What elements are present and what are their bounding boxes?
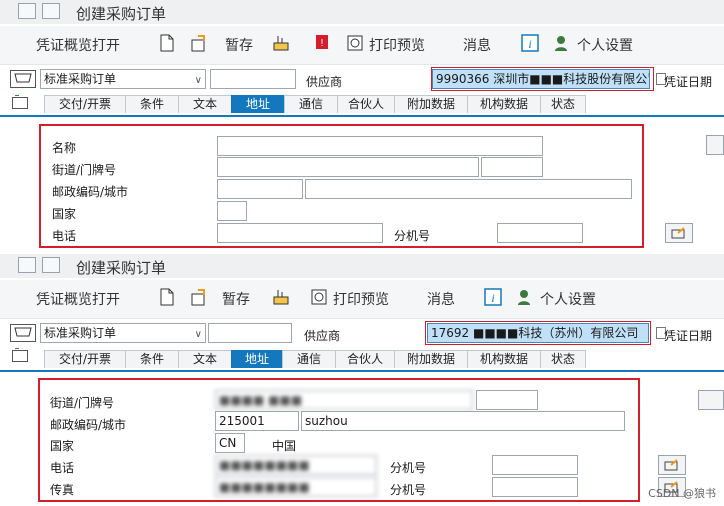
highlight-box xyxy=(38,378,640,502)
shopping-cart-icon xyxy=(10,70,36,88)
highlight-box xyxy=(39,124,644,248)
collapse-icon[interactable] xyxy=(42,257,60,273)
hold-button[interactable]: 暂存 xyxy=(225,35,253,55)
new-document-icon[interactable] xyxy=(158,288,176,306)
panel-2: 创建采购订单 凭证概览打开 暂存 打印预览 消息 i 个人设置 标准采购订单 ∨… xyxy=(0,254,724,506)
tab-address[interactable]: 地址 xyxy=(231,350,283,368)
system-menu-icon[interactable] xyxy=(18,257,36,273)
check-icon[interactable] xyxy=(272,34,290,52)
tab-partners[interactable]: 合伙人 xyxy=(337,95,395,113)
toolbar: 凭证概览打开 暂存 ! 打印预览 消息 i 个人设置 xyxy=(0,26,724,65)
print-preview-button[interactable]: 打印预览 xyxy=(333,289,389,309)
document-overview-button[interactable]: 凭证概览打开 xyxy=(36,35,120,55)
expand-icon[interactable] xyxy=(12,348,28,362)
share-icon xyxy=(664,459,678,471)
check-icon[interactable] xyxy=(272,288,290,306)
hold-button[interactable]: 暂存 xyxy=(222,289,250,309)
print-preview-icon[interactable] xyxy=(346,34,364,52)
tab-strip: 交付/开票 条件 文本 地址 通信 合伙人 附加数据 机构数据 状态 xyxy=(44,95,586,113)
open-document-icon[interactable] xyxy=(190,34,208,52)
personal-settings-icon[interactable] xyxy=(553,34,571,52)
share-icon xyxy=(671,227,685,239)
order-type-select[interactable]: 标准采购订单 ∨ xyxy=(40,323,206,343)
tab-org-data[interactable]: 机构数据 xyxy=(467,95,541,113)
tab-strip: 交付/开票 条件 文本 地址 通信 合伙人 附加数据 机构数据 状态 xyxy=(44,350,586,368)
svg-text:i: i xyxy=(491,291,494,305)
order-type-value: 标准采购订单 xyxy=(44,72,117,86)
collapse-icon[interactable] xyxy=(42,3,60,19)
info-icon[interactable]: i xyxy=(484,288,502,306)
system-menu-icon[interactable] xyxy=(18,3,36,19)
panel-1: 创建采购订单 凭证概览打开 暂存 ! 打印预览 消息 i 个人设置 标准采购订单… xyxy=(0,0,724,250)
order-number-field[interactable] xyxy=(210,69,296,89)
doc-date-label: 凭证日期 xyxy=(664,329,713,343)
expand-icon[interactable] xyxy=(12,95,28,109)
supplier-label: 供应商 xyxy=(306,75,343,89)
document-overview-button[interactable]: 凭证概览打开 xyxy=(36,289,120,309)
info-icon[interactable]: i xyxy=(521,34,539,52)
tab-additional-data[interactable]: 附加数据 xyxy=(394,95,468,113)
svg-text:!: ! xyxy=(321,38,324,49)
personal-settings-icon[interactable] xyxy=(516,288,534,306)
error-log-icon[interactable]: ! xyxy=(313,34,331,52)
tab-conditions[interactable]: 条件 xyxy=(125,95,179,113)
tab-conditions[interactable]: 条件 xyxy=(125,350,179,368)
open-document-icon[interactable] xyxy=(190,288,208,306)
supplier-label: 供应商 xyxy=(304,329,341,343)
tab-underline xyxy=(0,370,724,372)
tab-texts[interactable]: 文本 xyxy=(178,350,232,368)
tab-communication[interactable]: 通信 xyxy=(284,95,338,113)
title-bar: 创建采购订单 xyxy=(0,254,724,278)
doc-date-label: 凭证日期 xyxy=(664,75,713,89)
window-title: 创建采购订单 xyxy=(76,5,167,23)
supplier-focus-outline xyxy=(431,67,654,91)
side-button[interactable] xyxy=(706,135,724,155)
side-button[interactable] xyxy=(698,390,724,410)
order-type-select[interactable]: 标准采购订单 ∨ xyxy=(40,69,206,89)
personal-settings-button[interactable]: 个人设置 xyxy=(540,289,596,309)
tab-status[interactable]: 状态 xyxy=(540,95,586,113)
svg-text:i: i xyxy=(528,37,531,51)
tab-status[interactable]: 状态 xyxy=(540,350,586,368)
tab-address[interactable]: 地址 xyxy=(231,95,285,113)
window-title: 创建采购订单 xyxy=(76,259,167,277)
tab-org-data[interactable]: 机构数据 xyxy=(467,350,541,368)
tab-texts[interactable]: 文本 xyxy=(178,95,232,113)
order-type-value: 标准采购订单 xyxy=(44,326,117,340)
tab-communication[interactable]: 通信 xyxy=(282,350,336,368)
messages-button[interactable]: 消息 xyxy=(463,35,491,55)
new-document-icon[interactable] xyxy=(158,34,176,52)
messages-button[interactable]: 消息 xyxy=(427,289,455,309)
toolbar: 凭证概览打开 暂存 打印预览 消息 i 个人设置 xyxy=(0,280,724,319)
copy-phone-button[interactable] xyxy=(658,455,686,475)
copy-address-button[interactable] xyxy=(665,223,693,243)
tab-partners[interactable]: 合伙人 xyxy=(335,350,395,368)
shopping-cart-icon xyxy=(10,324,36,342)
title-bar: 创建采购订单 xyxy=(0,0,724,24)
watermark: CSDN @狼书 xyxy=(648,487,716,500)
tab-delivery-invoice[interactable]: 交付/开票 xyxy=(44,350,126,368)
order-number-field[interactable] xyxy=(208,323,292,343)
personal-settings-button[interactable]: 个人设置 xyxy=(577,35,633,55)
chevron-down-icon: ∨ xyxy=(194,75,202,86)
tab-underline xyxy=(0,115,724,117)
supplier-focus-outline xyxy=(425,321,651,345)
tab-delivery-invoice[interactable]: 交付/开票 xyxy=(44,95,126,113)
tab-additional-data[interactable]: 附加数据 xyxy=(394,350,468,368)
print-preview-icon[interactable] xyxy=(310,288,328,306)
chevron-down-icon: ∨ xyxy=(194,329,202,340)
print-preview-button[interactable]: 打印预览 xyxy=(369,35,425,55)
